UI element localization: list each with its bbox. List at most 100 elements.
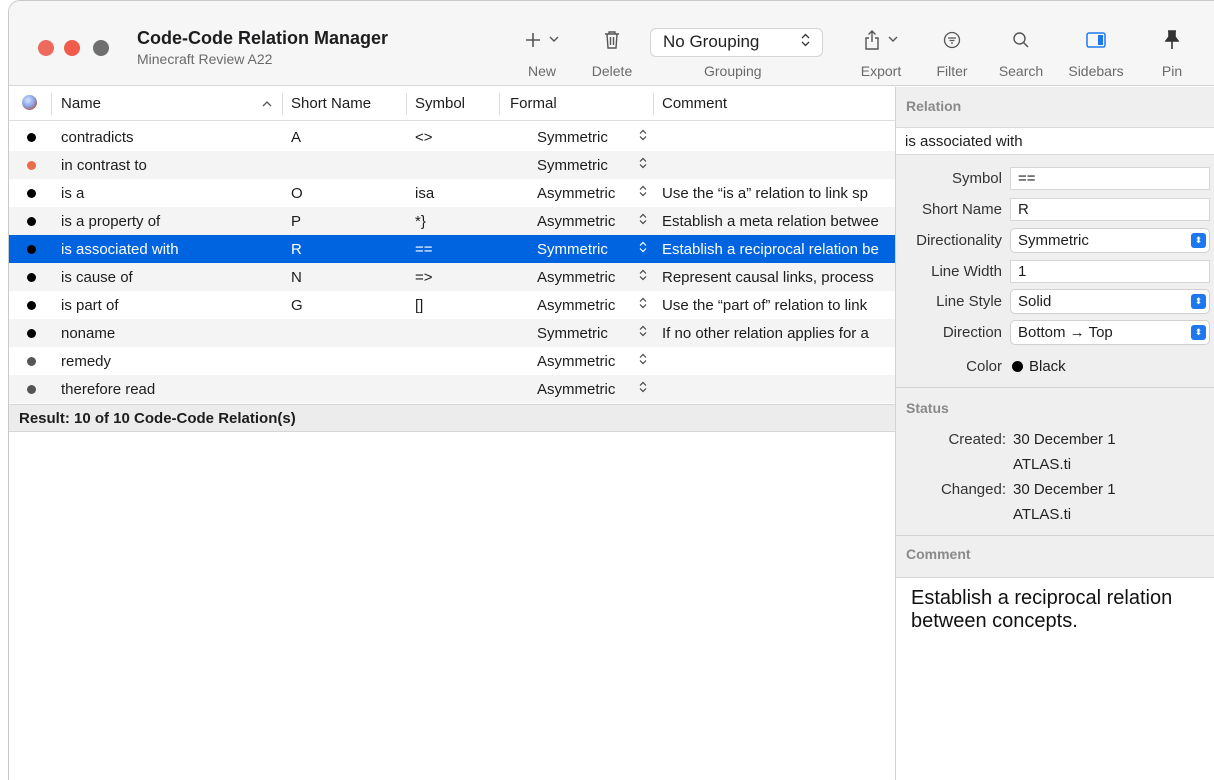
changed-date: 30 December 1 (1013, 481, 1116, 498)
chevron-down-icon (549, 34, 559, 46)
short-name-cell: A (291, 129, 302, 146)
column-header-symbol[interactable]: Symbol (415, 95, 465, 112)
table-row[interactable]: is a property of P *} Asymmetric Establish a… (9, 207, 895, 235)
line-width-label: Line Width (931, 263, 1002, 280)
updown-chevron-icon[interactable] (639, 381, 647, 396)
search-label: Search (998, 63, 1044, 79)
table-row[interactable]: in contrast to Symmetric (9, 151, 895, 179)
relation-section-title: Relation (906, 98, 962, 114)
relation-color-dot (27, 301, 36, 310)
relation-color-dot (27, 245, 36, 254)
delete-label: Delete (591, 63, 633, 79)
line-style-select[interactable]: Solid ⬍ (1010, 289, 1210, 314)
formal-cell: Symmetric (537, 129, 608, 146)
created-date: 30 December 1 (1013, 431, 1116, 448)
column-separator (653, 93, 654, 115)
updown-chevron-icon[interactable] (639, 269, 647, 284)
line-style-value: Solid (1018, 293, 1052, 310)
updown-chevron-icon[interactable] (639, 325, 647, 340)
new-label: New (527, 63, 556, 79)
updown-chevron-icon[interactable] (639, 129, 647, 144)
comment-cell: Use the “part of” relation to link (662, 297, 868, 314)
table-row[interactable]: noname Symmetric If no other relation appl… (9, 319, 895, 347)
filter-button[interactable]: Filter (931, 23, 973, 79)
short-name-cell: P (291, 213, 302, 230)
table-row[interactable]: remedy Asymmetric (9, 347, 895, 375)
symbol-cell: isa (415, 185, 435, 202)
directionality-select[interactable]: Symmetric ⬍ (1010, 228, 1210, 253)
column-header-short-name[interactable]: Short Name (291, 95, 371, 112)
relation-color-dot (27, 385, 36, 394)
sidebar-icon (1065, 23, 1127, 57)
formal-cell: Asymmetric (537, 185, 616, 202)
chevron-down-icon (888, 34, 898, 46)
relation-name-cell: contradicts (61, 129, 134, 146)
short-name-cell: N (291, 269, 302, 286)
grouping-select[interactable]: No Grouping (650, 28, 823, 57)
table-row[interactable]: is part of G [] Asymmetric Use the “part of”… (9, 291, 895, 319)
sidebars-button[interactable]: Sidebars (1065, 23, 1127, 79)
relation-color-dot (27, 329, 36, 338)
updown-chevron-icon[interactable] (639, 241, 647, 256)
direction-select[interactable]: Bottom → Top ⬍ (1010, 320, 1210, 345)
formal-cell: Asymmetric (537, 353, 616, 370)
short-name-cell: R (291, 241, 302, 258)
short-name-cell: O (291, 185, 303, 202)
direction-value: Bottom → Top (1018, 324, 1113, 341)
table-row[interactable]: is a Oisa Asymmetric Use the “is a” relatio… (9, 179, 895, 207)
grouping-label: Grouping (704, 63, 762, 79)
symbol-label: Symbol (951, 170, 1002, 187)
comment-cell: If no other relation applies for a (662, 325, 869, 342)
minimize-window-button[interactable] (64, 40, 80, 56)
table-row[interactable]: therefore read Asymmetric (9, 375, 895, 403)
updown-chevron-icon: ⬍ (1191, 325, 1206, 340)
symbol-cell: [] (415, 297, 424, 314)
short-name-field[interactable]: R (1010, 198, 1210, 221)
symbol-field[interactable]: == (1010, 167, 1210, 190)
table-row[interactable]: contradicts A <> Symmetric (9, 123, 895, 151)
export-button[interactable]: Export (855, 23, 907, 79)
delete-button[interactable]: Delete (585, 23, 639, 79)
created-by: ATLAS.ti (1013, 456, 1072, 473)
comment-editor[interactable]: Establish a reciprocal relation between … (896, 577, 1214, 780)
filter-label: Filter (936, 63, 968, 79)
sort-ascending-icon[interactable] (262, 97, 272, 111)
updown-chevron-icon[interactable] (639, 353, 647, 368)
short-name-label: Short Name (921, 201, 1002, 218)
column-header-formal[interactable]: Formal (510, 95, 557, 112)
relation-name-cell: in contrast to (61, 157, 147, 174)
relation-name-field[interactable]: is associated with (896, 127, 1214, 155)
updown-chevron-icon[interactable] (639, 213, 647, 228)
relation-name-cell: therefore read (61, 381, 156, 398)
changed-by: ATLAS.ti (1013, 506, 1072, 523)
formal-cell: Symmetric (537, 325, 608, 342)
section-divider (896, 387, 1214, 388)
color-label: Color (966, 358, 1002, 375)
zoom-window-button[interactable] (93, 40, 109, 56)
relation-color-dot (27, 217, 36, 226)
direction-label: Direction (942, 324, 1002, 341)
updown-chevron-icon[interactable] (639, 157, 647, 172)
table-row[interactable]: is associated with R == Symmetric Establish … (9, 235, 895, 263)
color-swatch (1012, 361, 1023, 372)
updown-chevron-icon[interactable] (639, 297, 647, 312)
line-width-field[interactable]: 1 (1010, 260, 1210, 283)
search-button[interactable]: Search (995, 23, 1047, 79)
color-picker[interactable]: Black (1012, 358, 1066, 375)
directionality-label: Directionality (916, 232, 1002, 249)
globe-icon[interactable] (22, 95, 37, 110)
formal-cell: Asymmetric (537, 381, 616, 398)
relation-color-dot (27, 161, 36, 170)
formal-cell: Asymmetric (537, 269, 616, 286)
new-button[interactable]: New (519, 23, 565, 79)
pin-button[interactable]: Pin (1155, 23, 1189, 79)
relation-name-cell: is associated with (61, 241, 179, 258)
column-header-name[interactable]: Name (61, 95, 101, 112)
table-row[interactable]: is cause of N => Asymmetric Represent causal… (9, 263, 895, 291)
relation-name-cell: is cause of (61, 269, 133, 286)
updown-chevron-icon[interactable] (639, 185, 647, 200)
column-header-comment[interactable]: Comment (662, 95, 727, 112)
close-window-button[interactable] (38, 40, 54, 56)
column-separator (499, 93, 500, 115)
color-value: Black (1029, 358, 1066, 375)
